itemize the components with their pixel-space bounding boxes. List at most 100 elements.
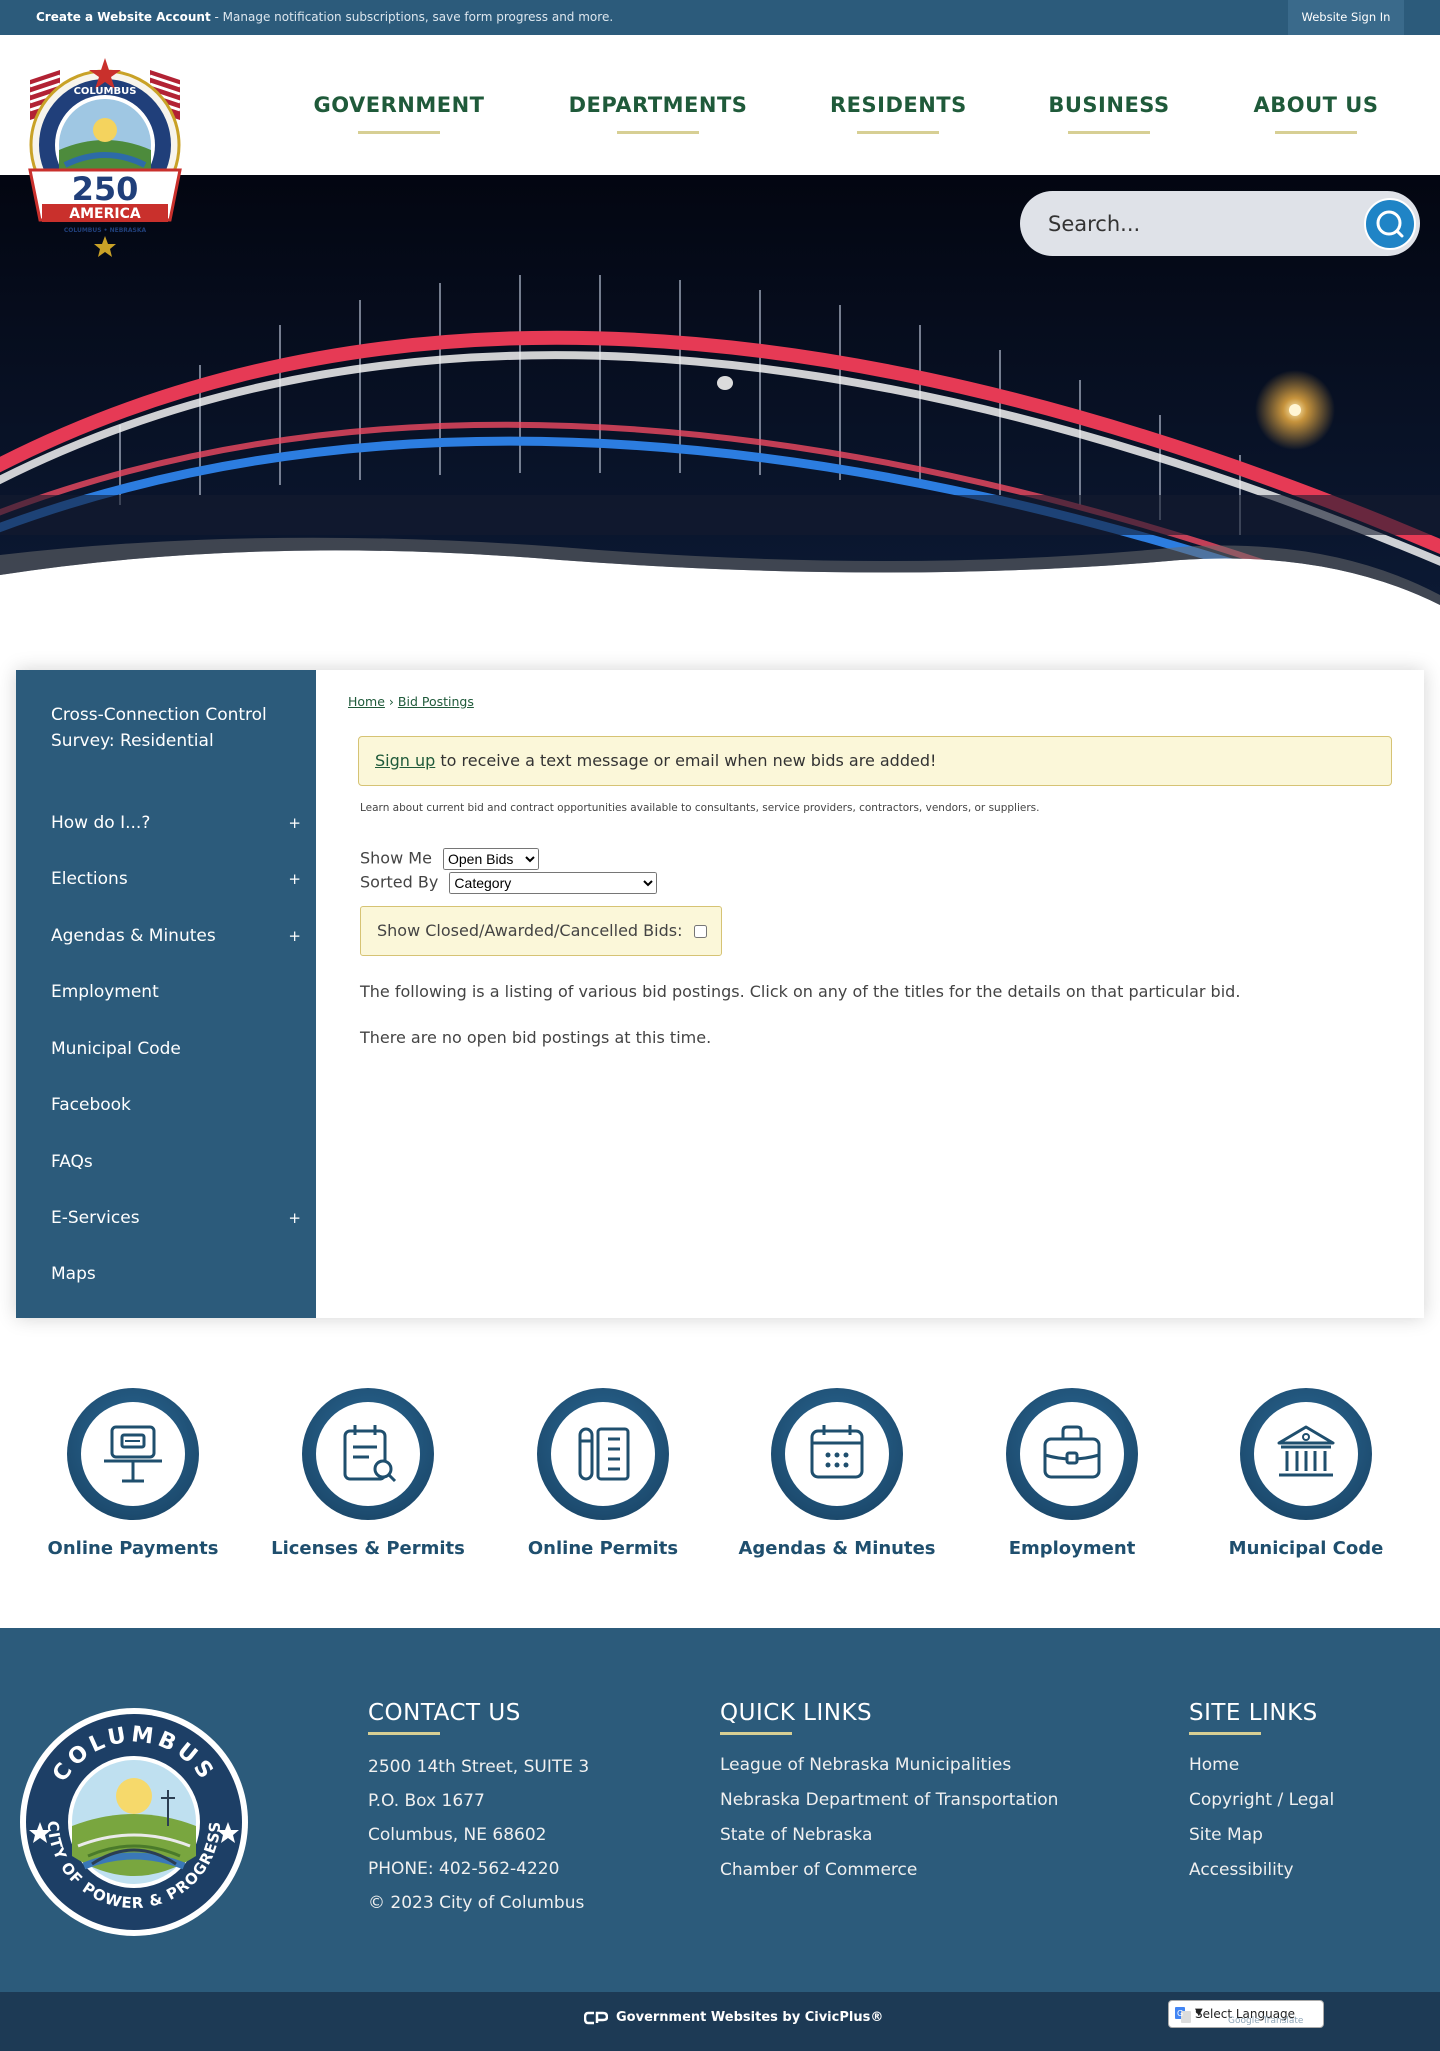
logo-sub: COLUMBUS • NEBRASKA (64, 227, 147, 234)
create-account-label[interactable]: Create a Website Account (36, 10, 211, 24)
nav-business[interactable]: BUSINESS (1046, 93, 1172, 134)
quick-link-licenses-permits[interactable]: Licenses & Permits (258, 1370, 478, 1559)
sidebar-item-agendas-minutes[interactable]: Agendas & Minutes + (51, 923, 301, 949)
quick-link-online-permits[interactable]: Online Permits (493, 1370, 713, 1559)
sidebar-item-label: Municipal Code (51, 1039, 181, 1059)
copyright-text: © 2023 City of Columbus (368, 1893, 585, 1913)
nav-residents[interactable]: RESIDENTS (830, 93, 966, 134)
nav-about-us-label: ABOUT US (1253, 93, 1379, 117)
contact-us-heading: CONTACT US (368, 1700, 589, 1735)
sidebar-item-label: Elections (51, 869, 128, 889)
site-search-bar (1020, 191, 1420, 256)
quick-link-label: Employment (1008, 1538, 1136, 1559)
logo-top-text: COLUMBUS (74, 86, 137, 97)
heading-underline (368, 1732, 440, 1735)
expand-icon[interactable]: + (288, 866, 301, 892)
footer-link-league-nebraska[interactable]: League of Nebraska Municipalities (720, 1755, 1058, 1775)
quick-link-circle (771, 1388, 903, 1520)
breadcrumb-separator: › (388, 694, 394, 709)
quick-links-row: Online Payments Licenses & Permits Onlin… (0, 1370, 1440, 1570)
sidebar-item-facebook[interactable]: Facebook (51, 1092, 301, 1118)
search-input[interactable] (1048, 191, 1348, 256)
civicplus-credit-link[interactable]: Government Websites by CivicPlus® (584, 2010, 883, 2025)
contact-address-line: 2500 14th Street, SUITE 3 (368, 1757, 590, 1777)
city-250-logo[interactable]: COLUMBUS 250 AMERICA COLUMBUS • NEBRASKA (20, 50, 190, 260)
footer-link-accessibility[interactable]: Accessibility (1189, 1860, 1334, 1880)
sidebar-item-cross-connection-survey[interactable]: Cross-Connection Control Survey: Residen… (51, 702, 301, 754)
nav-underline (358, 131, 440, 134)
quick-link-circle (302, 1388, 434, 1520)
sidebar-item-employment[interactable]: Employment (51, 979, 301, 1005)
show-me-select[interactable]: Open Bids (443, 848, 539, 870)
sorted-by-select[interactable]: Category (449, 872, 658, 894)
nav-underline (1068, 131, 1150, 134)
nav-about-us[interactable]: ABOUT US (1250, 93, 1382, 134)
nav-underline (857, 131, 939, 134)
heading-underline (1189, 1732, 1261, 1735)
breadcrumb: Home › Bid Postings (348, 694, 474, 709)
nav-government-label: GOVERNMENT (313, 93, 485, 117)
contact-city-state: Columbus, NE 68602 (368, 1825, 547, 1845)
notify-signup-alert: Sign up to receive a text message or ema… (358, 736, 1392, 786)
svg-text:G: G (1177, 2009, 1183, 2018)
show-me-label: Show Me (360, 848, 432, 868)
show-me-field: Show Me Open Bids (360, 848, 539, 870)
intro-text: Learn about current bid and contract opp… (360, 802, 1040, 814)
payment-kiosk-icon (104, 1425, 162, 1483)
sidebar-item-how-do-i[interactable]: How do I...? + (51, 810, 301, 836)
site-footer: COLUMBUS CITY OF POWER & PROGRESS CONTAC… (0, 1628, 1440, 1992)
quick-link-employment[interactable]: Employment (962, 1370, 1182, 1559)
nav-underline (617, 131, 699, 134)
civicplus-credit-text: Government Websites by CivicPlus® (616, 2010, 884, 2025)
quick-link-circle (537, 1388, 669, 1520)
quick-link-label: Municipal Code (1228, 1538, 1384, 1559)
logo-number: 250 (72, 170, 139, 208)
footer-link-site-map[interactable]: Site Map (1189, 1825, 1334, 1845)
sidebar-item-e-services[interactable]: E-Services + (51, 1205, 301, 1231)
main-content-panel: Cross-Connection Control Survey: Residen… (16, 670, 1424, 1318)
footer-link-copyright-legal[interactable]: Copyright / Legal (1189, 1790, 1334, 1810)
google-translate-icon: G (1175, 2007, 1191, 2023)
breadcrumb-home-link[interactable]: Home (348, 694, 385, 709)
sidebar-item-label: Employment (51, 982, 159, 1002)
contact-us-title: CONTACT US (368, 1700, 521, 1726)
nav-government[interactable]: GOVERNMENT (312, 93, 486, 134)
expand-icon[interactable]: + (288, 1205, 301, 1231)
website-sign-in-button[interactable]: Website Sign In (1288, 0, 1404, 35)
listing-description: The following is a listing of various bi… (360, 982, 1241, 1001)
search-button[interactable] (1364, 198, 1416, 250)
sidebar-item-maps[interactable]: Maps (51, 1261, 301, 1287)
quick-link-municipal-code[interactable]: Municipal Code (1196, 1370, 1416, 1559)
footer-link-nebraska-dot[interactable]: Nebraska Department of Transportation (720, 1790, 1058, 1810)
city-seal-icon: COLUMBUS CITY OF POWER & PROGRESS (20, 1708, 248, 1936)
show-closed-label: Show Closed/Awarded/Cancelled Bids: (377, 921, 683, 940)
powered-by-google-translate[interactable]: Google Translate (1228, 2016, 1303, 2026)
quick-link-agendas-minutes[interactable]: Agendas & Minutes (727, 1370, 947, 1559)
contact-phone[interactable]: PHONE: 402-562-4220 (368, 1859, 589, 1879)
sidebar-item-elections[interactable]: Elections + (51, 866, 301, 892)
quick-link-label: Agendas & Minutes (738, 1538, 936, 1559)
breadcrumb-bid-postings-link[interactable]: Bid Postings (398, 694, 474, 709)
sidebar-item-faqs[interactable]: FAQs (51, 1149, 301, 1175)
expand-icon[interactable]: + (288, 923, 301, 949)
top-utility-bar: Create a Website Account - Manage notifi… (0, 0, 1440, 35)
quick-link-circle (67, 1388, 199, 1520)
create-account-link[interactable]: Create a Website Account - Manage notifi… (36, 10, 613, 24)
sidebar-item-municipal-code[interactable]: Municipal Code (51, 1036, 301, 1062)
footer-link-chamber-commerce[interactable]: Chamber of Commerce (720, 1860, 1058, 1880)
footer-link-home[interactable]: Home (1189, 1755, 1334, 1775)
quick-link-online-payments[interactable]: Online Payments (23, 1370, 243, 1559)
nav-departments[interactable]: DEPARTMENTS (566, 93, 750, 134)
footer-link-state-nebraska[interactable]: State of Nebraska (720, 1825, 1058, 1845)
nav-underline (1275, 131, 1357, 134)
sorted-by-label: Sorted By (360, 872, 439, 892)
sign-up-link[interactable]: Sign up (375, 751, 435, 770)
site-header: GOVERNMENT DEPARTMENTS RESIDENTS BUSINES… (0, 35, 1440, 175)
contact-po-box: P.O. Box 1677 (368, 1791, 485, 1811)
show-closed-bids-box: Show Closed/Awarded/Cancelled Bids: (360, 906, 722, 956)
expand-icon[interactable]: + (288, 810, 301, 836)
columbus-city-seal: COLUMBUS CITY OF POWER & PROGRESS (18, 1706, 250, 1938)
show-closed-checkbox[interactable] (693, 925, 707, 938)
footer-site-links: SITE LINKS Home Copyright / Legal Site M… (1189, 1700, 1334, 1880)
footer-quick-links: QUICK LINKS League of Nebraska Municipal… (720, 1700, 1058, 1880)
